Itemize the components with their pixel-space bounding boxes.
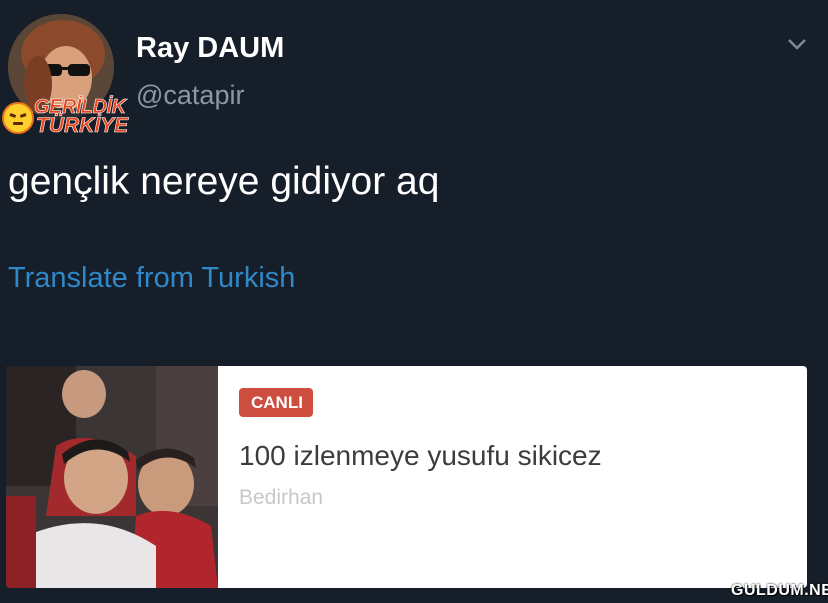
live-badge: CANLI (239, 388, 313, 417)
watermark-logo: GERİLDİK TÜRKİYE (0, 96, 150, 142)
site-watermark: GULDUM.NET (731, 582, 828, 599)
watermark-logo-line2: TÜRKİYE (36, 114, 129, 138)
author-handle[interactable]: @catapir (136, 80, 244, 111)
angry-face-icon (2, 102, 34, 134)
card-author: Bedirhan (239, 486, 324, 509)
card-title[interactable]: 100 izlenmeye yusufu sikicez (239, 440, 602, 472)
link-card[interactable]: CANLI 100 izlenmeye yusufu sikicez Bedir… (6, 366, 807, 588)
tweet-text: gençlik nereye gidiyor aq (8, 160, 440, 203)
card-thumbnail (6, 366, 218, 588)
author-name[interactable]: Ray DAUM (136, 32, 284, 65)
chevron-down-icon[interactable] (784, 34, 810, 54)
translate-link[interactable]: Translate from Turkish (8, 262, 295, 295)
